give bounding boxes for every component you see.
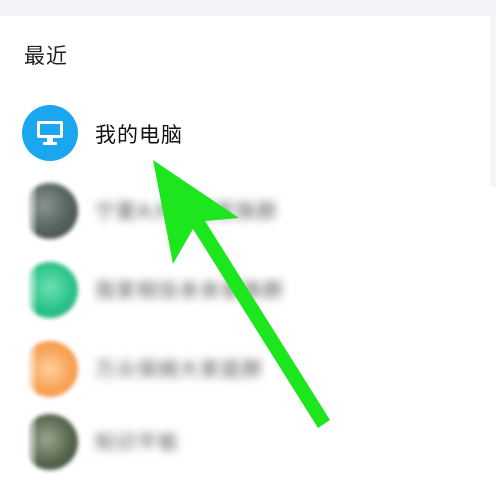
mask	[0, 402, 38, 482]
contact-row[interactable]: 万众保姆大家庭群	[0, 329, 496, 409]
mask	[0, 250, 38, 330]
section-title-recent: 最近	[24, 44, 68, 68]
avatar	[22, 105, 78, 161]
contact-row-my-computer[interactable]: 我的电脑	[0, 93, 496, 173]
contact-name: 万众保姆大家庭群	[95, 357, 263, 381]
top-bar	[0, 0, 496, 16]
contact-name: 知识平板	[95, 430, 179, 454]
monitor-icon	[37, 121, 63, 145]
mask	[0, 329, 38, 409]
contact-name: 我的电脑	[95, 123, 183, 147]
contact-name: 我家相信亲亲家族群	[95, 278, 284, 302]
mask	[0, 171, 38, 251]
contact-row[interactable]: 我家相信亲亲家族群	[0, 250, 496, 330]
contact-row[interactable]: 知识平板	[0, 402, 496, 482]
contact-row[interactable]: 宁夏A大家庭家族群	[0, 171, 496, 251]
contact-name: 宁夏A大家庭家族群	[95, 199, 278, 223]
